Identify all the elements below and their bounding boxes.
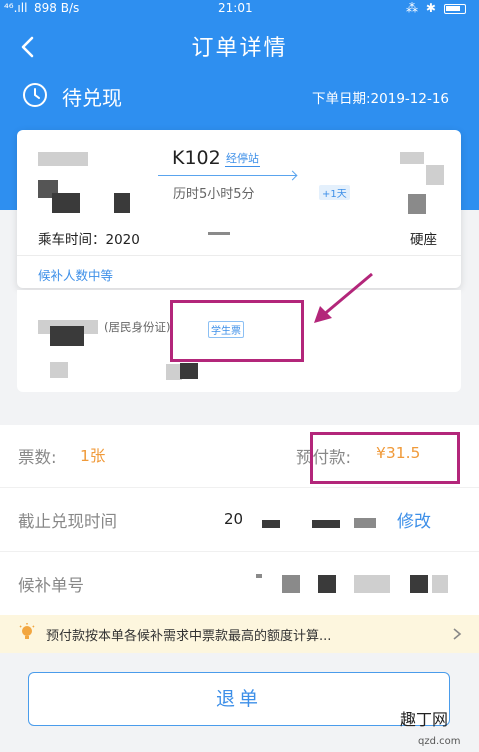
highlight-box <box>310 432 460 484</box>
queue-status: 候补人数中等 <box>38 268 114 283</box>
watermark-brand: 趣丁网 <box>400 710 449 729</box>
via-stations-link[interactable]: 经停站 <box>225 150 260 167</box>
status-bar: ⁴⁶.ıll 898 B/s 21:01 ⁂ ✱ <box>0 0 479 18</box>
watermark-site: qzd.com <box>418 736 461 747</box>
seat-type: 硬座 <box>410 232 437 248</box>
status-icons: ⁂ ✱ <box>406 1 438 15</box>
order-status: 待兑现 <box>62 86 122 110</box>
redacted-passenger-id <box>50 326 84 346</box>
signal-indicator: ⁴⁶.ıll <box>4 1 28 15</box>
lightbulb-icon <box>18 623 36 641</box>
battery-icon <box>444 4 466 14</box>
queue-number-label: 候补单号 <box>18 576 84 595</box>
deadline-value: 20 <box>224 510 244 528</box>
network-speed: 898 B/s <box>34 1 80 15</box>
redacted-queue-number <box>282 575 300 593</box>
redacted-deadline <box>312 520 340 528</box>
clock-icon <box>22 82 48 108</box>
redacted-seat <box>50 362 68 378</box>
trip-duration: 历时5小时5分 <box>173 187 255 202</box>
deadline-label: 截止兑现时间 <box>18 512 117 531</box>
annotation-arrow <box>314 272 373 323</box>
divider <box>17 255 461 256</box>
redacted-departure <box>38 152 88 166</box>
redacted-deadline <box>262 520 280 528</box>
ticket-count-label: 票数: <box>18 448 57 467</box>
ride-time: 乘车时间：2020 <box>38 232 140 248</box>
redacted-arrival-time <box>408 194 426 214</box>
chevron-right-icon <box>452 626 462 640</box>
order-date: 下单日期:2019-12-16 <box>312 91 450 107</box>
id-type: (居民身份证) <box>104 320 171 334</box>
plus-day-badge: +1天 <box>319 185 350 200</box>
redacted-deadline <box>354 518 376 528</box>
page-title: 订单详情 <box>191 36 288 61</box>
redacted-queue-number <box>318 575 336 593</box>
redacted-arrival-time <box>426 165 444 185</box>
redacted-queue-number <box>410 575 428 593</box>
prepay-notice-text: 预付款按本单各候补需求中票款最高的额度计算... <box>46 629 332 644</box>
redacted-ride-time <box>208 232 230 235</box>
route-arrow <box>158 175 296 176</box>
highlight-box <box>170 300 304 362</box>
redacted-queue-number <box>354 575 390 593</box>
train-number: K102 <box>172 147 221 169</box>
cancel-order-button[interactable]: 退单 <box>28 672 450 726</box>
redacted-seat <box>180 363 198 379</box>
divider <box>0 487 479 488</box>
clock: 21:01 <box>218 1 253 15</box>
redacted-queue-number <box>432 575 448 593</box>
redacted-departure-time <box>114 193 130 213</box>
redacted-queue-number <box>256 574 262 578</box>
divider <box>0 551 479 552</box>
modify-deadline-button[interactable]: 修改 <box>397 507 431 532</box>
ticket-count-value: 1张 <box>80 447 106 465</box>
redacted-arrival <box>400 152 424 164</box>
redacted-departure-time <box>52 193 80 213</box>
